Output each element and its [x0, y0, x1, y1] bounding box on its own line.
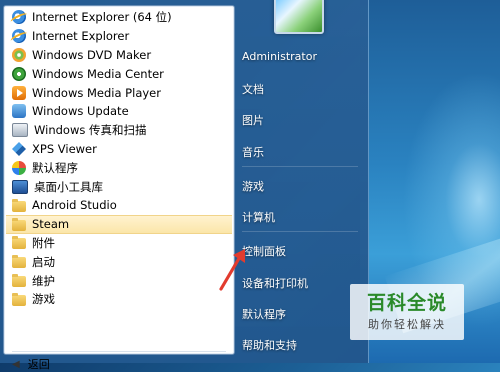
documents-link[interactable]: 文档	[242, 81, 264, 97]
internet-explorer-icon	[12, 10, 26, 25]
program-item-selected[interactable]: Steam	[6, 214, 232, 234]
program-label: Windows Media Center	[32, 66, 164, 81]
program-list-pane: Internet Explorer (64 位) Internet Explor…	[3, 5, 235, 371]
program-label: Windows 传真和扫描	[34, 123, 147, 138]
program-item[interactable]: 桌面小工具库	[6, 177, 232, 196]
program-item[interactable]: 默认程序	[6, 158, 232, 177]
folder-icon	[12, 292, 26, 306]
music-link[interactable]: 音乐	[242, 144, 264, 160]
program-item[interactable]: 维护	[6, 271, 232, 290]
games-link[interactable]: 游戏	[242, 178, 264, 194]
list-divider	[12, 351, 226, 352]
back-label: 返回	[27, 358, 50, 371]
program-item[interactable]: 附件	[6, 234, 232, 253]
folder-icon	[12, 274, 26, 288]
folder-icon	[12, 198, 26, 212]
program-label: Windows DVD Maker	[32, 47, 152, 62]
default-programs-icon	[12, 160, 26, 175]
program-item[interactable]: Internet Explorer	[6, 27, 232, 46]
fax-scan-icon	[12, 123, 28, 138]
program-item[interactable]: Windows Media Player	[6, 83, 232, 102]
right-divider	[242, 231, 358, 232]
internet-explorer-icon	[12, 29, 26, 44]
program-label: 桌面小工具库	[34, 179, 103, 194]
program-label: 游戏	[32, 292, 55, 307]
program-item[interactable]: XPS Viewer	[6, 140, 232, 159]
program-label: 维护	[32, 273, 55, 288]
help-support-link[interactable]: 帮助和支持	[242, 337, 297, 353]
program-label: Windows Media Player	[32, 85, 161, 100]
watermark-subtitle: 助你轻松解决	[368, 318, 446, 331]
xps-viewer-icon	[12, 141, 26, 156]
folder-icon	[12, 217, 26, 231]
user-picture[interactable]	[274, 0, 324, 34]
computer-link[interactable]: 计算机	[242, 209, 275, 225]
media-player-icon	[12, 85, 26, 100]
program-item[interactable]: Windows 传真和扫描	[6, 121, 232, 140]
program-item[interactable]: 启动	[6, 252, 232, 271]
back-button[interactable]: ◀ 返回	[12, 356, 50, 372]
annotation-arrow-icon	[219, 249, 245, 291]
gadget-gallery-icon	[12, 179, 28, 194]
user-name-link[interactable]: Administrator	[242, 50, 317, 63]
back-arrow-icon: ◀	[12, 358, 20, 370]
program-item[interactable]: Android Studio	[6, 196, 232, 215]
program-label: Internet Explorer	[32, 29, 130, 44]
program-item[interactable]: Windows DVD Maker	[6, 46, 232, 65]
watermark-title: 百科全说	[366, 292, 447, 314]
right-divider	[242, 166, 358, 167]
dvd-maker-icon	[12, 47, 26, 62]
program-item[interactable]: Windows Update	[6, 102, 232, 121]
windows-update-icon	[12, 104, 26, 119]
program-label: 默认程序	[32, 160, 78, 175]
folder-icon	[12, 255, 26, 269]
start-menu: Internet Explorer (64 位) Internet Explor…	[0, 0, 369, 371]
program-label: 启动	[32, 254, 55, 269]
program-label: Steam	[32, 217, 70, 232]
program-label: Android Studio	[32, 198, 117, 213]
default-programs-link[interactable]: 默认程序	[242, 306, 286, 322]
media-center-icon	[12, 66, 26, 81]
program-item[interactable]: Internet Explorer (64 位)	[6, 8, 232, 27]
folder-icon	[12, 236, 26, 250]
pictures-link[interactable]: 图片	[242, 112, 264, 128]
program-item[interactable]: 游戏	[6, 290, 232, 309]
program-label: XPS Viewer	[32, 141, 97, 156]
program-label: Windows Update	[32, 104, 129, 119]
program-item[interactable]: Windows Media Center	[6, 64, 232, 83]
watermark: 百科全说 助你轻松解决	[350, 284, 464, 340]
program-label: Internet Explorer (64 位)	[32, 10, 172, 25]
program-label: 附件	[32, 235, 55, 250]
program-list: Internet Explorer (64 位) Internet Explor…	[6, 8, 232, 309]
